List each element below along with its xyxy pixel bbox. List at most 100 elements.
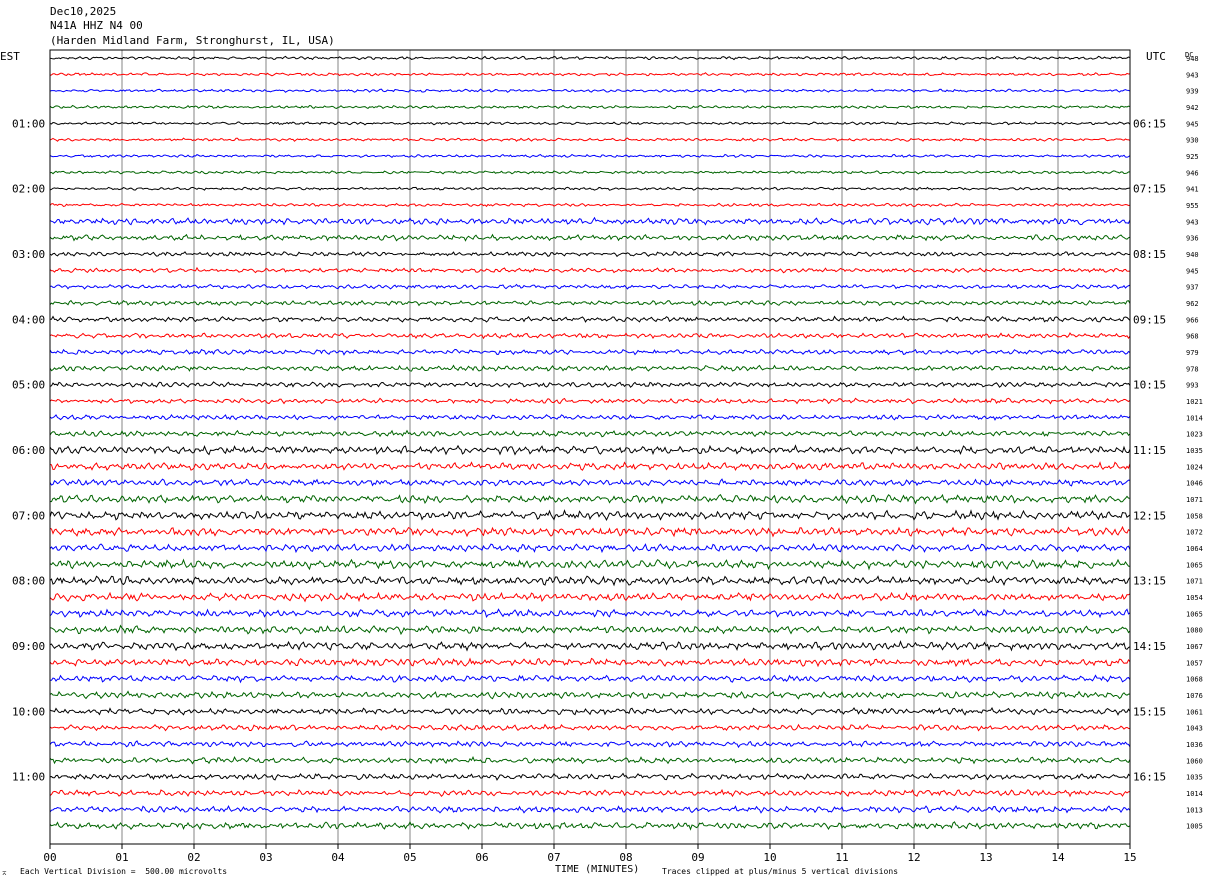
left-hour-label: 04:00 (12, 313, 45, 326)
seismic-trace (49, 186, 1131, 191)
seismic-trace (49, 707, 1131, 716)
dc-offset-label: 1014 (1186, 790, 1203, 798)
dc-offset-label: 945 (1186, 120, 1199, 128)
seismic-trace (49, 509, 1131, 521)
dc-offset-label: 939 (1186, 88, 1199, 96)
plot-frame (49, 49, 1131, 845)
dc-offset-label: 1067 (1186, 643, 1203, 651)
seismic-trace (49, 525, 1131, 538)
dc-offset-label: 1058 (1186, 512, 1203, 520)
x-tick-label: 11 (835, 851, 848, 864)
dc-offset-label: 946 (1186, 169, 1199, 177)
seismic-trace (49, 233, 1131, 242)
seismic-trace (49, 299, 1131, 307)
seismic-trace (49, 624, 1131, 636)
x-tick-label: 08 (619, 851, 632, 864)
seismic-trace (49, 788, 1131, 798)
seismic-trace (49, 657, 1131, 668)
x-tick-label: 15 (1123, 851, 1136, 864)
seismic-trace (49, 429, 1131, 438)
seismic-trace (49, 542, 1131, 554)
dc-offset-label: 978 (1186, 365, 1199, 373)
right-hour-label: 11:15 (1133, 444, 1166, 457)
dc-offset-label: 1080 (1186, 627, 1203, 635)
left-hour-label: 06:00 (12, 444, 45, 457)
x-tick-label: 01 (115, 851, 128, 864)
dc-offset-label: 1072 (1186, 529, 1203, 537)
left-hour-label: 11:00 (12, 771, 45, 784)
seismic-trace (49, 332, 1131, 340)
dc-offset-label: 966 (1186, 316, 1199, 324)
seismic-trace (49, 348, 1131, 356)
x-tick-label: 06 (475, 851, 488, 864)
x-tick-label: 00 (43, 851, 56, 864)
dc-offset-label: 1076 (1186, 692, 1203, 700)
seismic-trace (49, 461, 1131, 472)
left-hour-label: 08:00 (12, 575, 45, 588)
dc-offset-label: 1014 (1186, 414, 1203, 422)
left-hour-label: 05:00 (12, 379, 45, 392)
seismic-trace (49, 772, 1131, 781)
dc-offset-label: 1068 (1186, 676, 1203, 684)
x-tick-label: 03 (259, 851, 272, 864)
dc-offset-label: 1054 (1186, 594, 1203, 602)
seismic-trace (49, 72, 1131, 77)
x-tick-label: 07 (547, 851, 560, 864)
seismic-trace (49, 364, 1131, 372)
dc-offset-label: 1046 (1186, 480, 1203, 488)
seismic-trace (49, 608, 1131, 619)
seismic-trace (49, 804, 1131, 814)
right-hour-label: 14:15 (1133, 640, 1166, 653)
scale-note: Each Vertical Division = 500.00 microvol… (20, 867, 228, 876)
x-tick-label: 02 (187, 851, 200, 864)
dc-offset-label: 1043 (1186, 725, 1203, 733)
dc-offset-label: 1036 (1186, 741, 1203, 749)
seismic-trace (49, 444, 1131, 456)
x-tick-label: 14 (1051, 851, 1065, 864)
dc-offset-label: 940 (1186, 251, 1199, 259)
dc-offset-label: 962 (1186, 300, 1199, 308)
seismic-traces (49, 55, 1131, 831)
clip-note: Traces clipped at plus/minus 5 vertical … (662, 867, 899, 876)
seismic-trace (49, 315, 1131, 323)
x-tick-label: 05 (403, 851, 416, 864)
right-hour-label: 10:15 (1133, 379, 1166, 392)
seismic-trace (49, 216, 1131, 226)
seismic-trace (50, 674, 1131, 684)
seismic-trace (49, 137, 1131, 142)
seismic-trace (49, 170, 1131, 175)
seismic-trace (49, 266, 1131, 274)
dc-offset-label: 925 (1186, 153, 1199, 161)
seismic-trace (49, 821, 1131, 831)
seismic-trace (49, 104, 1131, 110)
dc-offset-label: 936 (1186, 235, 1199, 243)
x-tick-label: 12 (907, 851, 920, 864)
left-hour-label: 01:00 (12, 117, 45, 130)
right-axis-label: UTC (1146, 50, 1166, 63)
x-tick-label: 09 (691, 851, 704, 864)
seismic-trace (49, 55, 1131, 61)
seismic-trace (49, 121, 1131, 126)
dc-offset-label: 1013 (1186, 806, 1203, 814)
x-axis-title: TIME (MINUTES) (555, 864, 640, 875)
dc-offset-label: 968 (1186, 333, 1199, 341)
right-hour-label: 15:15 (1133, 705, 1166, 718)
left-hour-label: 02:00 (12, 183, 45, 196)
dc-offset-label: 945 (1186, 267, 1199, 275)
left-hour-label: 10:00 (12, 705, 45, 718)
dc-offset-label: 1064 (1186, 545, 1203, 553)
right-hour-label: 12:15 (1133, 509, 1166, 522)
right-hour-label: 09:15 (1133, 313, 1166, 326)
dc-offset-label: 1035 (1186, 774, 1203, 782)
left-hour-label: 03:00 (12, 248, 45, 261)
dc-offset-label: 941 (1186, 186, 1199, 194)
right-hour-label: 16:15 (1133, 771, 1166, 784)
dc-offset-label: 955 (1186, 202, 1199, 210)
seismic-trace (49, 755, 1131, 765)
dc-offset-label: 1021 (1186, 398, 1203, 406)
dc-offset-label: 1024 (1186, 463, 1203, 471)
right-hour-label: 13:15 (1133, 575, 1166, 588)
seismic-trace (49, 283, 1131, 290)
seismic-trace (49, 153, 1131, 159)
right-hour-label: 07:15 (1133, 183, 1166, 196)
